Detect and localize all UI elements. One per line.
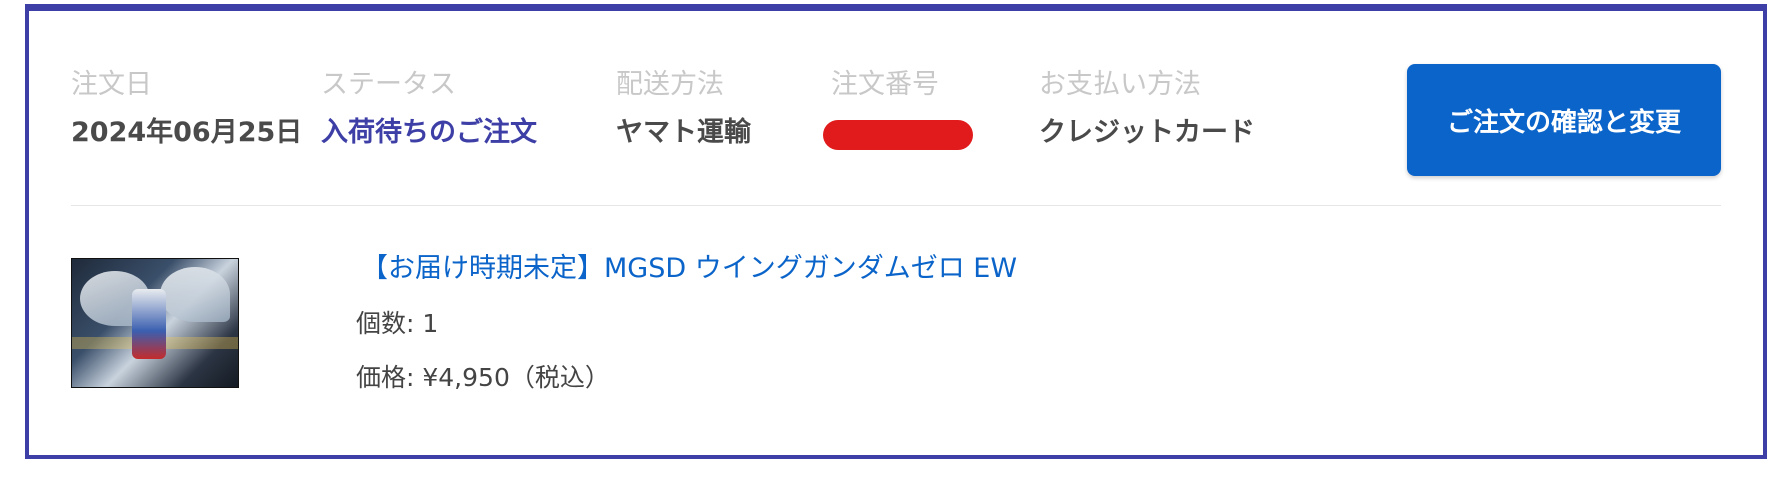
product-image[interactable] bbox=[71, 258, 239, 388]
order-date-field: 注文日 2024年06月25日 bbox=[71, 68, 302, 150]
payment-method-value: クレジットカード bbox=[1039, 117, 1255, 148]
order-summary-row: 注文日 2024年06月25日 ステータス 入荷待ちのご注文 配送方法 ヤマト運… bbox=[71, 56, 1721, 176]
status-value: 入荷待ちのご注文 bbox=[321, 117, 537, 148]
product-image-wing-right bbox=[160, 267, 230, 322]
shipping-method-value: ヤマト運輸 bbox=[616, 117, 751, 148]
divider bbox=[71, 205, 1721, 206]
order-card: 注文日 2024年06月25日 ステータス 入荷待ちのご注文 配送方法 ヤマト運… bbox=[25, 4, 1767, 459]
status-field: ステータス 入荷待ちのご注文 bbox=[321, 68, 537, 150]
shipping-method-field: 配送方法 ヤマト運輸 bbox=[616, 68, 751, 150]
order-date-label: 注文日 bbox=[71, 69, 152, 100]
confirm-and-change-order-button[interactable]: ご注文の確認と変更 bbox=[1407, 64, 1721, 176]
product-price: 価格: ¥4,950（税込） bbox=[356, 363, 610, 392]
order-number-label: 注文番号 bbox=[831, 69, 939, 100]
shipping-method-label: 配送方法 bbox=[616, 69, 724, 100]
product-quantity: 個数: 1 bbox=[356, 309, 439, 338]
payment-method-label: お支払い方法 bbox=[1039, 69, 1201, 100]
order-date-value: 2024年06月25日 bbox=[71, 117, 303, 148]
order-number-field: 注文番号 bbox=[823, 68, 973, 150]
status-label: ステータス bbox=[321, 69, 456, 100]
product-title-link[interactable]: 【お届け時期未定】MGSD ウイングガンダムゼロ EW bbox=[361, 251, 1017, 287]
product-info: 【お届け時期未定】MGSD ウイングガンダムゼロ EW 個数: 1 価格: ¥4… bbox=[356, 251, 1017, 395]
order-number-redaction bbox=[823, 120, 973, 150]
payment-method-field: お支払い方法 クレジットカード bbox=[1039, 68, 1255, 150]
product-image-figure bbox=[132, 289, 166, 359]
